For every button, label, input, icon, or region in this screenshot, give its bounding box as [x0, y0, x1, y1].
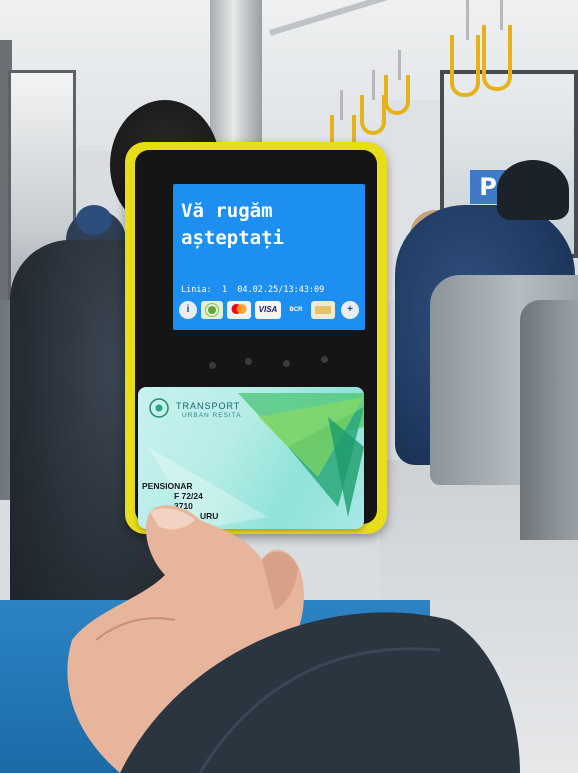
- transit-card[interactable]: TRANSPORT URBAN RESITA PENSIONAR F 72/24…: [138, 387, 364, 529]
- plus-icon[interactable]: +: [341, 301, 359, 319]
- bcr-logo: BCR: [285, 301, 307, 319]
- hand-strap: [384, 75, 410, 115]
- card-graphic: [148, 393, 364, 529]
- status-led: [209, 362, 216, 369]
- payment-options-row: i VISA BCR +: [179, 300, 363, 320]
- card-holder-type: PENSIONAR: [142, 481, 193, 491]
- status-led: [283, 360, 290, 367]
- card-icon: [311, 301, 335, 319]
- blue-seat: [0, 600, 430, 773]
- hand-strap: [482, 25, 512, 91]
- card-brand-sub: URBAN RESITA: [182, 412, 242, 419]
- card-id-line: 3710: [174, 501, 193, 511]
- passenger-right-hat: [497, 160, 569, 220]
- info-icon[interactable]: i: [179, 301, 197, 319]
- validator-screen: Vă rugăm așteptați Linia: 1 04.02.25/13:…: [173, 184, 365, 330]
- status-led: [245, 358, 252, 365]
- card-number-line: F 72/24: [174, 491, 203, 501]
- tram-interior-photo: P Vă rugăm așteptați Linia: 1 04.02.25/1…: [0, 0, 578, 773]
- passenger-hat: [76, 205, 112, 235]
- mastercard-logo: [227, 301, 251, 319]
- contactless-pay-icon: [201, 301, 223, 319]
- right-seat-back: [520, 300, 578, 540]
- screen-message: Vă rugăm așteptați: [181, 200, 284, 249]
- card-logo-icon: [149, 398, 169, 418]
- hand-strap: [450, 35, 480, 97]
- grab-pole: [210, 0, 262, 150]
- status-led: [321, 356, 328, 363]
- strap-holder: [466, 0, 469, 40]
- card-name-line: URU: [200, 511, 219, 521]
- hand-strap: [360, 95, 386, 135]
- visa-logo: VISA: [255, 301, 281, 319]
- card-brand: TRANSPORT: [176, 401, 241, 411]
- screen-status-line: Linia: 1 04.02.25/13:43:09: [181, 285, 325, 295]
